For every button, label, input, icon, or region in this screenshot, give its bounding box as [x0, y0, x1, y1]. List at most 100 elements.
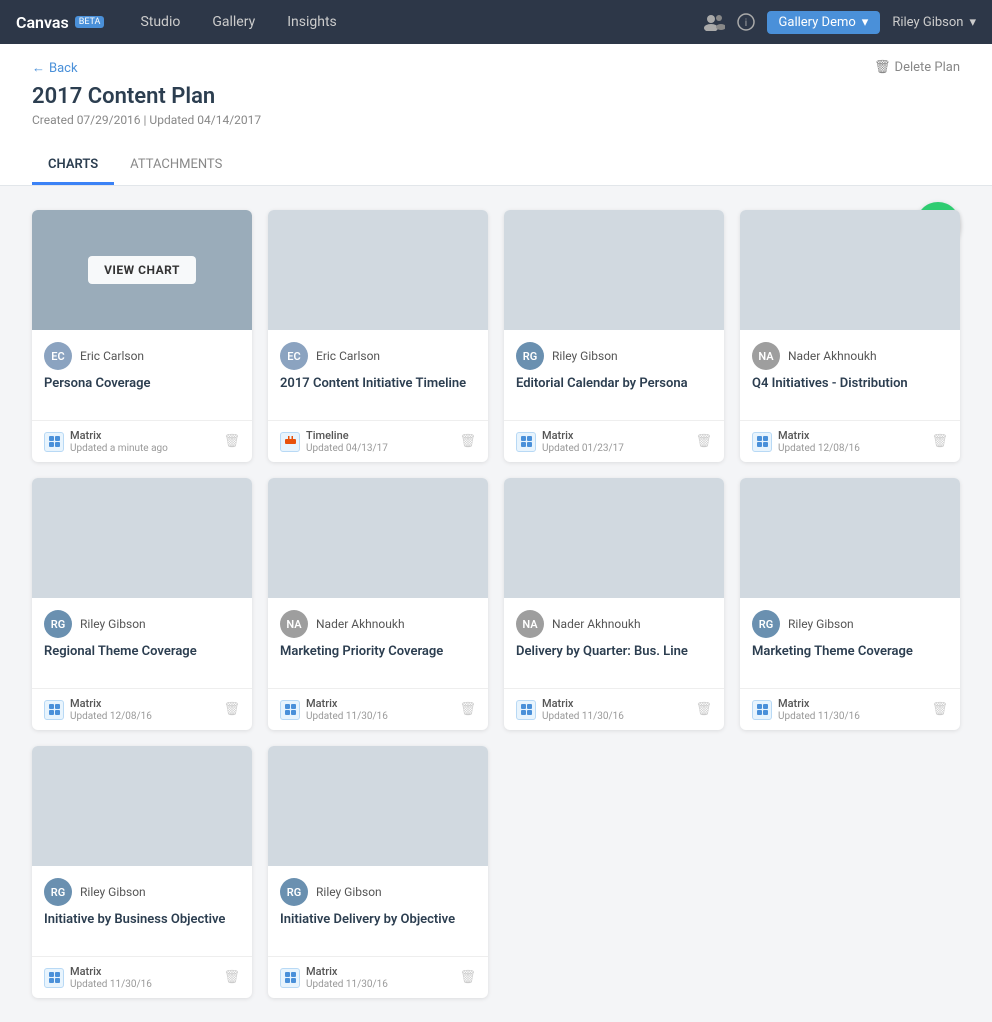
- user-chevron-icon: ▾: [969, 15, 976, 30]
- delete-card-icon[interactable]: 🗑: [931, 434, 948, 449]
- tabs: CHARTS ATTACHMENTS: [32, 147, 960, 185]
- card-item[interactable]: NA Nader Akhnoukh Q4 Initiatives - Distr…: [740, 210, 960, 462]
- author-name: Nader Akhnoukh: [316, 617, 405, 631]
- card-thumbnail: [32, 478, 252, 598]
- card-author: RG Riley Gibson: [280, 878, 476, 906]
- back-label: Back: [49, 61, 78, 76]
- users-icon[interactable]: [703, 13, 725, 31]
- card-body: NA Nader Akhnoukh Delivery by Quarter: B…: [504, 598, 724, 680]
- type-label: Matrix: [70, 429, 168, 442]
- author-name: Riley Gibson: [80, 885, 146, 899]
- card-item[interactable]: RG Riley Gibson Regional Theme Coverage …: [32, 478, 252, 730]
- navbar: Canvas BETA Studio Gallery Insights i: [0, 0, 992, 44]
- author-name: Riley Gibson: [316, 885, 382, 899]
- card-thumbnail: [504, 210, 724, 330]
- info-icon[interactable]: i: [737, 13, 755, 31]
- tab-attachments[interactable]: ATTACHMENTS: [114, 147, 238, 185]
- nav-gallery[interactable]: Gallery: [196, 0, 271, 44]
- type-icon: [44, 968, 64, 988]
- delete-card-icon[interactable]: 🗑: [459, 970, 476, 985]
- type-label: Matrix: [70, 965, 152, 978]
- card-item[interactable]: VIEW CHART EC Eric Carlson Persona Cover…: [32, 210, 252, 462]
- card-footer: Matrix Updated 11/30/16 🗑: [32, 956, 252, 998]
- gallery-demo-label: Gallery Demo: [779, 15, 856, 30]
- card-body: RG Riley Gibson Regional Theme Coverage: [32, 598, 252, 680]
- delete-card-icon[interactable]: 🗑: [223, 702, 240, 717]
- card-thumbnail: [268, 746, 488, 866]
- card-author: RG Riley Gibson: [752, 610, 948, 638]
- card-footer: Matrix Updated 12/08/16 🗑: [740, 420, 960, 462]
- type-icon: [44, 432, 64, 452]
- trash-icon: 🗑: [874, 60, 891, 75]
- delete-card-icon[interactable]: 🗑: [931, 702, 948, 717]
- delete-plan-button[interactable]: 🗑 Delete Plan: [874, 60, 960, 75]
- card-title: Marketing Theme Coverage: [752, 644, 948, 676]
- card-body: EC Eric Carlson Persona Coverage: [32, 330, 252, 412]
- card-thumbnail: [740, 478, 960, 598]
- card-item[interactable]: RG Riley Gibson Initiative Delivery by O…: [268, 746, 488, 998]
- card-body: NA Nader Akhnoukh Marketing Priority Cov…: [268, 598, 488, 680]
- card-type: Matrix Updated 11/30/16: [752, 697, 860, 722]
- card-footer: Matrix Updated 01/23/17 🗑: [504, 420, 724, 462]
- user-menu[interactable]: Riley Gibson ▾: [892, 15, 976, 30]
- card-item[interactable]: EC Eric Carlson 2017 Content Initiative …: [268, 210, 488, 462]
- card-type: Matrix Updated a minute ago: [44, 429, 168, 454]
- author-name: Eric Carlson: [80, 349, 144, 363]
- logo-text: Canvas: [16, 13, 69, 32]
- card-updated: Updated 01/23/17: [542, 443, 624, 454]
- author-name: Nader Akhnoukh: [552, 617, 641, 631]
- type-label: Timeline: [306, 429, 388, 442]
- back-button[interactable]: ← Back: [32, 60, 874, 76]
- delete-card-icon[interactable]: 🗑: [695, 702, 712, 717]
- card-item[interactable]: RG Riley Gibson Editorial Calendar by Pe…: [504, 210, 724, 462]
- card-type: Matrix Updated 01/23/17: [516, 429, 624, 454]
- delete-card-icon[interactable]: 🗑: [695, 434, 712, 449]
- user-name: Riley Gibson: [892, 15, 963, 30]
- card-type: Matrix Updated 12/08/16: [752, 429, 860, 454]
- card-footer: Matrix Updated 12/08/16 🗑: [32, 688, 252, 730]
- type-label: Matrix: [778, 429, 860, 442]
- delete-card-icon[interactable]: 🗑: [459, 702, 476, 717]
- card-body: RG Riley Gibson Editorial Calendar by Pe…: [504, 330, 724, 412]
- author-name: Eric Carlson: [316, 349, 380, 363]
- back-arrow-icon: ←: [32, 60, 45, 76]
- delete-card-icon[interactable]: 🗑: [223, 970, 240, 985]
- tab-charts[interactable]: CHARTS: [32, 147, 114, 185]
- type-icon: [516, 700, 536, 720]
- type-label: Matrix: [70, 697, 152, 710]
- card-item[interactable]: NA Nader Akhnoukh Delivery by Quarter: B…: [504, 478, 724, 730]
- card-author: RG Riley Gibson: [44, 610, 240, 638]
- card-footer: Timeline Updated 04/13/17 🗑: [268, 420, 488, 462]
- card-footer: Matrix Updated 11/30/16 🗑: [268, 956, 488, 998]
- card-updated: Updated 11/30/16: [542, 711, 624, 722]
- type-label: Matrix: [542, 697, 624, 710]
- card-item[interactable]: RG Riley Gibson Initiative by Business O…: [32, 746, 252, 998]
- card-updated: Updated 12/08/16: [70, 711, 152, 722]
- card-title: 2017 Content Initiative Timeline: [280, 376, 476, 408]
- card-title: Q4 Initiatives - Distribution: [752, 376, 948, 408]
- card-thumbnail: VIEW CHART: [32, 210, 252, 330]
- chevron-down-icon: ▾: [862, 15, 869, 30]
- card-body: NA Nader Akhnoukh Q4 Initiatives - Distr…: [740, 330, 960, 412]
- delete-card-icon[interactable]: 🗑: [459, 434, 476, 449]
- delete-label: Delete Plan: [895, 60, 960, 75]
- nav-insights[interactable]: Insights: [271, 0, 353, 44]
- card-updated: Updated 04/13/17: [306, 443, 388, 454]
- type-icon: [752, 432, 772, 452]
- avatar: RG: [280, 878, 308, 906]
- card-thumbnail: [740, 210, 960, 330]
- page-meta: Created 07/29/2016 | Updated 04/14/2017: [32, 113, 874, 127]
- card-item[interactable]: RG Riley Gibson Marketing Theme Coverage…: [740, 478, 960, 730]
- avatar: RG: [44, 610, 72, 638]
- type-label: Matrix: [306, 965, 388, 978]
- card-item[interactable]: NA Nader Akhnoukh Marketing Priority Cov…: [268, 478, 488, 730]
- card-title: Regional Theme Coverage: [44, 644, 240, 676]
- gallery-demo-selector[interactable]: Gallery Demo ▾: [767, 11, 881, 34]
- card-title: Persona Coverage: [44, 376, 240, 408]
- nav-studio[interactable]: Studio: [124, 0, 196, 44]
- nav-logo[interactable]: Canvas BETA: [16, 13, 104, 32]
- delete-card-icon[interactable]: 🗑: [223, 434, 240, 449]
- author-name: Nader Akhnoukh: [788, 349, 877, 363]
- card-author: EC Eric Carlson: [44, 342, 240, 370]
- type-icon: [280, 700, 300, 720]
